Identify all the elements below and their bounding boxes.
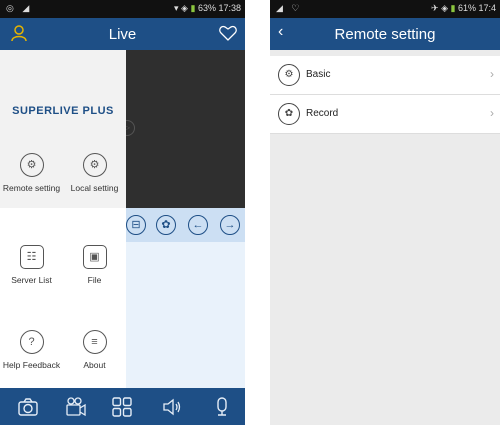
page-title: Live xyxy=(108,26,137,43)
app-bar: Live xyxy=(0,18,245,50)
film-reel-icon[interactable]: ✿ xyxy=(156,215,176,235)
status-bar: ◢ ♡ ✈ ◈ ▮ 61% 17:4 xyxy=(270,0,500,18)
bottom-toolbar xyxy=(0,388,245,425)
grid-icon[interactable] xyxy=(112,397,132,417)
film-reel-icon: ✿ xyxy=(278,103,300,125)
heart-icon[interactable] xyxy=(219,25,237,41)
status-right: ✈ ◈ ▮ 61% 17:4 xyxy=(431,3,496,13)
drawer-item-label: About xyxy=(83,360,106,370)
page-title: Remote setting xyxy=(334,26,436,43)
drawer-item-label: Local setting xyxy=(70,183,119,193)
app-bar: ‹ Remote setting xyxy=(270,18,500,50)
chevron-right-icon: › xyxy=(490,106,494,120)
status-right: ▾ ◈ ▮ 63% 17:38 xyxy=(174,3,241,13)
fullscreen-icon[interactable]: ⊟ xyxy=(126,215,146,235)
chevron-right-icon: › xyxy=(490,67,494,81)
drawer-item-local-setting[interactable]: ⚙ Local setting xyxy=(63,153,126,193)
drawer-item-remote-setting[interactable]: ⚙ Remote setting xyxy=(0,153,63,193)
drawer-item-about[interactable]: ≡ About xyxy=(63,330,126,370)
drawer-item-label: Help Feedback xyxy=(2,360,61,370)
arrow-left-icon[interactable]: ← xyxy=(188,215,208,235)
drawer-item-file[interactable]: ▣ File xyxy=(63,245,126,285)
remote-setting-screen: ◢ ♡ ✈ ◈ ▮ 61% 17:4 ‹ Remote setting ⚙ Ba… xyxy=(270,0,500,425)
camera-icon[interactable] xyxy=(18,397,38,417)
drawer-item-help-feedback[interactable]: ? Help Feedback xyxy=(0,330,63,370)
gear-icon: ⚙ xyxy=(82,153,107,177)
status-left: ◎ ◢ xyxy=(6,3,33,13)
settings-row-record[interactable]: ✿ Record › xyxy=(270,95,500,134)
server-list-icon: ☷ xyxy=(19,245,44,269)
drawer-item-label: File xyxy=(87,275,102,285)
settings-row-label: Record xyxy=(306,108,339,119)
settings-list: ⚙ Basic › ✿ Record › xyxy=(270,50,500,425)
arrow-right-icon[interactable]: → xyxy=(220,215,240,235)
gear-icon: ⚙ xyxy=(278,64,300,86)
microphone-icon[interactable] xyxy=(212,397,232,417)
drawer-item-label: Remote setting xyxy=(2,183,61,193)
settings-row-basic[interactable]: ⚙ Basic › xyxy=(270,56,500,95)
settings-row-label: Basic xyxy=(306,69,331,80)
live-screen: ◎ ◢ ▾ ◈ ▮ 63% 17:38 Live ▷ ⊟ ✿ ← → SUPER… xyxy=(0,0,245,425)
status-left: ◢ ♡ xyxy=(276,3,303,13)
drawer-item-label: Server List xyxy=(11,275,52,285)
video-camera-icon[interactable] xyxy=(66,397,86,417)
speaker-icon[interactable] xyxy=(162,397,182,417)
status-bar: ◎ ◢ ▾ ◈ ▮ 63% 17:38 xyxy=(0,0,245,18)
image-file-icon: ▣ xyxy=(82,245,107,269)
menu-icon: ≡ xyxy=(82,330,107,354)
side-drawer: SUPERLIVE PLUS ⚙ Remote setting ⚙ Local … xyxy=(0,50,126,388)
gear-icon: ⚙ xyxy=(19,153,44,177)
brand-logo: SUPERLIVE PLUS xyxy=(12,105,114,117)
question-icon: ? xyxy=(19,330,44,354)
drawer-item-server-list[interactable]: ☷ Server List xyxy=(0,245,63,285)
